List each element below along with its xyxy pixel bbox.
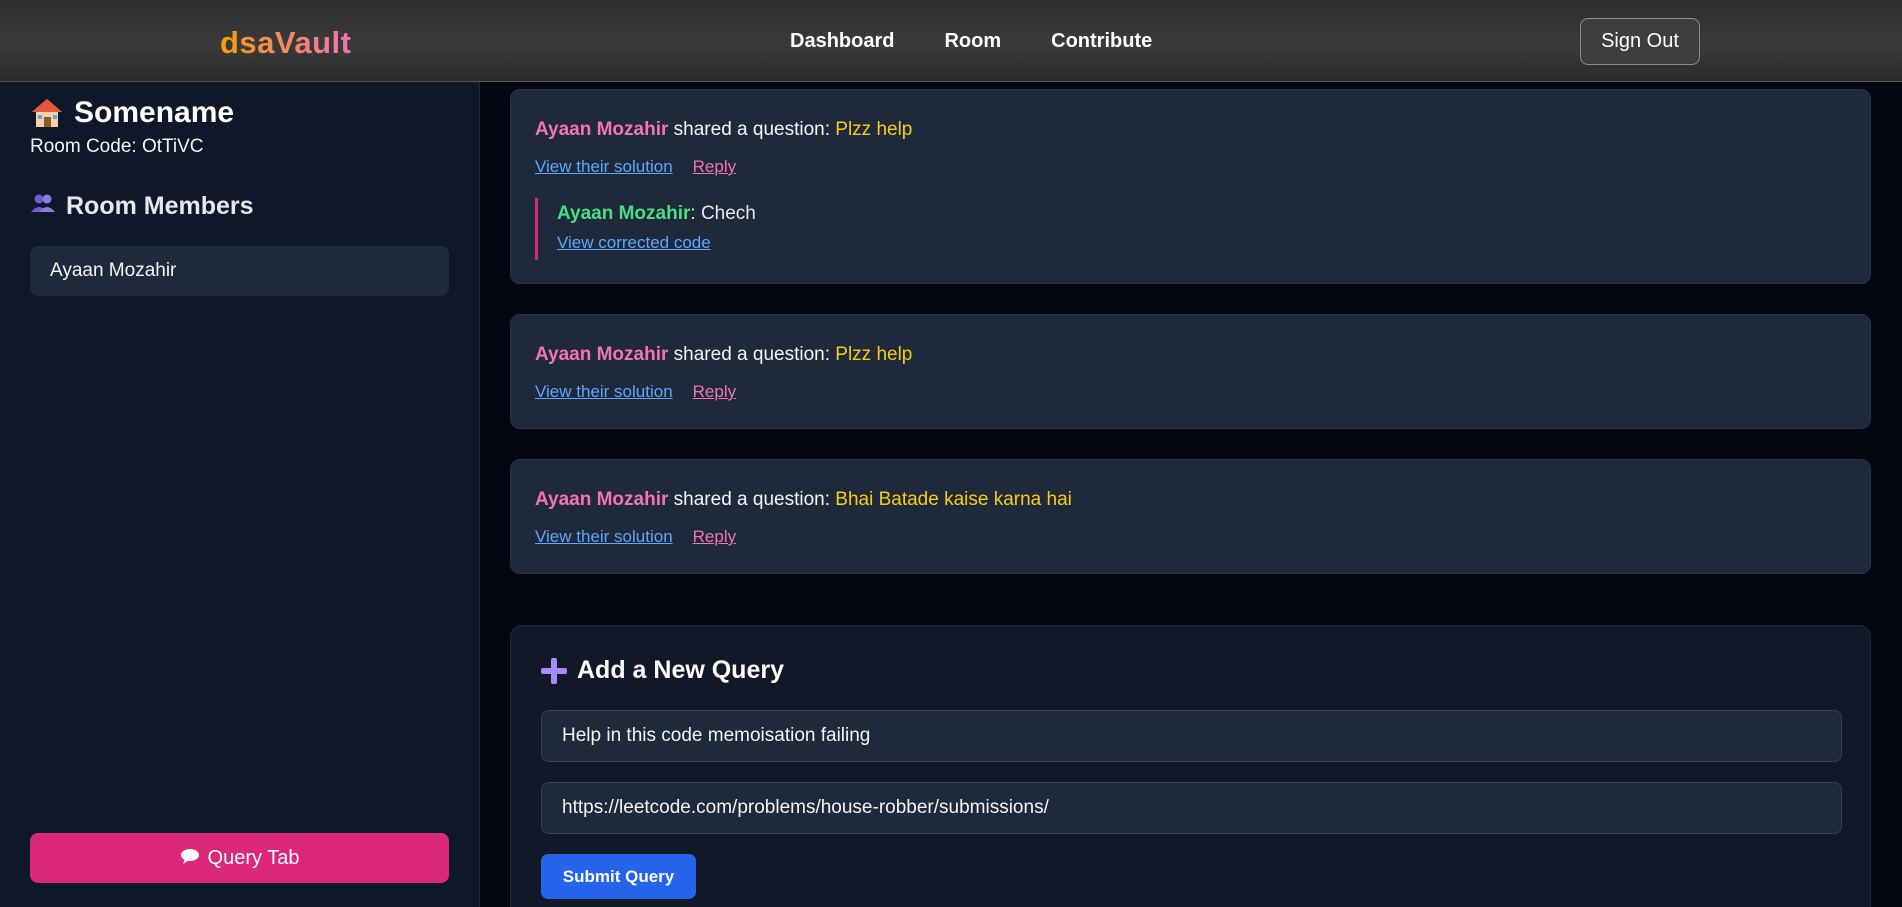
shared-text: shared a question: [668, 344, 836, 365]
reply-link[interactable]: Reply [693, 527, 736, 547]
room-members-title: Room Members [66, 192, 254, 220]
query-author: Ayaan Mozahir [535, 489, 669, 510]
view-solution-link[interactable]: View their solution [535, 527, 673, 547]
question-input[interactable] [541, 710, 1842, 762]
form-heading: Add a New Query [541, 656, 784, 685]
link-input[interactable] [541, 782, 1842, 834]
reply-link[interactable]: Reply [693, 382, 736, 402]
reply-text: : Chech [690, 203, 756, 224]
query-title: Plzz help [835, 344, 913, 365]
submit-query-button[interactable]: Submit Query [541, 854, 696, 899]
shared-text: shared a question: [668, 489, 836, 510]
query-author: Ayaan Mozahir [535, 344, 669, 365]
view-solution-link[interactable]: View their solution [535, 157, 673, 177]
query-actions: View their solution Reply [535, 527, 736, 547]
nav-dashboard[interactable]: Dashboard [790, 30, 894, 53]
query-actions: View their solution Reply [535, 157, 736, 177]
house-icon [30, 96, 64, 130]
member-item[interactable]: Ayaan Mozahir [30, 246, 449, 296]
main-nav: Dashboard Room Contribute [790, 30, 1152, 53]
query-card: Ayaan Mozahir shared a question: Bhai Ba… [510, 459, 1871, 574]
sidebar: Somename Room Code: OtTiVC Room Members … [0, 82, 480, 907]
query-tab-label: Query Tab [207, 846, 300, 869]
query-author: Ayaan Mozahir [535, 119, 669, 140]
query-header: Ayaan Mozahir shared a question: Plzz he… [535, 119, 912, 141]
plus-icon [541, 657, 567, 684]
sign-out-button[interactable]: Sign Out [1580, 18, 1700, 65]
room-name: Somename [74, 96, 235, 129]
query-title: Plzz help [835, 119, 913, 140]
speech-bubble-icon [180, 847, 200, 870]
room-title: Somename [30, 96, 234, 130]
top-navbar: dsaVault Dashboard Room Contribute Sign … [0, 0, 1902, 82]
reply-block: Ayaan Mozahir: Chech View corrected code [535, 198, 756, 260]
query-card: Ayaan Mozahir shared a question: Plzz he… [510, 314, 1871, 429]
reply-link[interactable]: Reply [693, 157, 736, 177]
query-header: Ayaan Mozahir shared a question: Bhai Ba… [535, 489, 1072, 511]
view-solution-link[interactable]: View their solution [535, 382, 673, 402]
members-icon [30, 192, 56, 221]
room-code: Room Code: OtTiVC [30, 136, 204, 157]
reply-line: Ayaan Mozahir: Chech [557, 203, 756, 225]
brand-logo[interactable]: dsaVault [220, 25, 352, 61]
reply-author: Ayaan Mozahir [557, 203, 691, 224]
query-header: Ayaan Mozahir shared a question: Plzz he… [535, 344, 912, 366]
room-members-heading: Room Members [30, 192, 254, 221]
form-title: Add a New Query [577, 656, 784, 684]
query-title: Bhai Batade kaise karna hai [835, 489, 1072, 510]
nav-room[interactable]: Room [944, 30, 1001, 53]
shared-text: shared a question: [668, 119, 836, 140]
query-actions: View their solution Reply [535, 382, 736, 402]
query-card: Ayaan Mozahir shared a question: Plzz he… [510, 89, 1871, 284]
new-query-form: Add a New Query Submit Query [510, 625, 1871, 907]
view-corrected-code-link[interactable]: View corrected code [557, 233, 756, 253]
nav-contribute[interactable]: Contribute [1051, 30, 1152, 53]
query-tab-button[interactable]: Query Tab [30, 833, 449, 883]
